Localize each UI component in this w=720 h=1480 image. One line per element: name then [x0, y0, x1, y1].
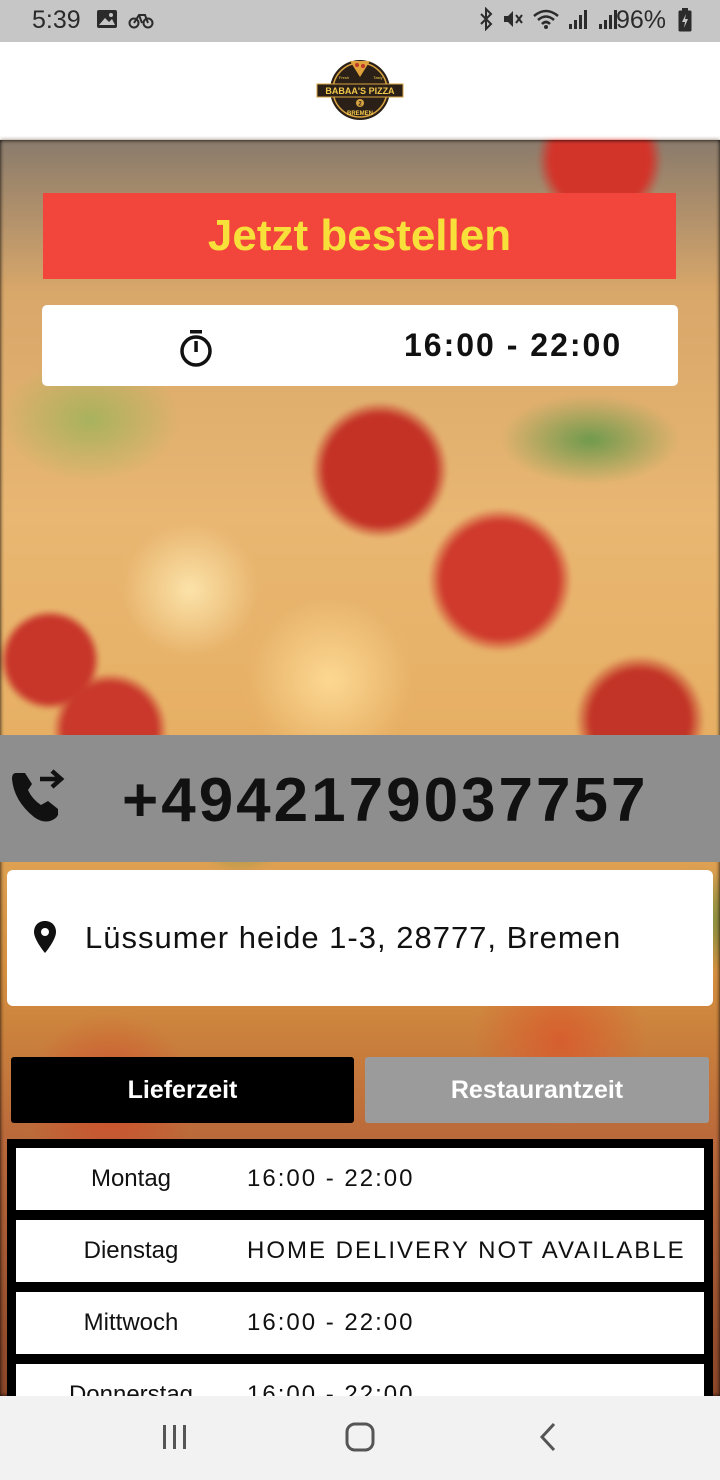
battery-percent: 96% — [615, 6, 666, 34]
svg-text:Fresh: Fresh — [339, 75, 349, 80]
order-now-button[interactable]: Jetzt bestellen — [43, 193, 676, 279]
address-card[interactable]: Lüssumer heide 1-3, 28777, Bremen — [7, 870, 713, 1006]
battery-charging-icon — [678, 8, 692, 37]
svg-text:BREMEN: BREMEN — [347, 111, 373, 117]
hours-value: 16:00 - 22:00 — [247, 1165, 415, 1192]
status-bar: 5:39 96% — [0, 0, 720, 42]
back-icon[interactable] — [532, 1420, 566, 1459]
svg-text:BABAA'S PIZZA: BABAA'S PIZZA — [325, 86, 395, 96]
table-row: Donnerstag 16:00 - 22:00 — [16, 1364, 704, 1396]
status-left-icons — [96, 9, 154, 33]
signal-icon — [568, 8, 590, 35]
opening-time-text: 16:00 - 22:00 — [404, 327, 623, 363]
brand-logo[interactable]: BABAA'S PIZZA 2 BREMEN Fresh Tasty — [316, 55, 404, 125]
day-label: Donnerstag — [68, 1381, 194, 1396]
table-row: Mittwoch 16:00 - 22:00 — [16, 1292, 704, 1354]
wifi-icon — [532, 8, 560, 35]
hours-value: HOME DELIVERY NOT AVAILABLE — [247, 1237, 686, 1264]
table-row: Montag 16:00 - 22:00 — [16, 1148, 704, 1210]
tab-lieferzeit[interactable]: Lieferzeit — [11, 1057, 354, 1123]
mute-icon — [502, 7, 524, 36]
system-nav-bar — [0, 1396, 720, 1480]
phone-forward-icon — [8, 763, 70, 830]
phone-number[interactable]: +4942179037757 — [122, 765, 648, 836]
hours-value: 16:00 - 22:00 — [247, 1309, 415, 1336]
cycle-icon — [128, 9, 154, 34]
address-text: Lüssumer heide 1-3, 28777, Bremen — [85, 920, 622, 955]
image-icon — [96, 9, 118, 34]
hours-value: 16:00 - 22:00 — [247, 1381, 415, 1396]
opening-hours-table: Montag 16:00 - 22:00 Dienstag HOME DELIV… — [7, 1139, 713, 1396]
app-header: BABAA'S PIZZA 2 BREMEN Fresh Tasty — [0, 42, 720, 140]
day-label: Montag — [90, 1165, 172, 1192]
bluetooth-icon — [478, 6, 494, 36]
recent-apps-icon[interactable] — [158, 1420, 192, 1459]
day-label: Mittwoch — [83, 1309, 179, 1336]
phone-bar[interactable]: +4942179037757 — [0, 735, 720, 862]
home-icon[interactable] — [343, 1420, 377, 1459]
opening-time-card: 16:00 - 22:00 — [42, 305, 678, 386]
status-time: 5:39 — [32, 6, 81, 34]
location-pin-icon — [33, 920, 57, 959]
svg-text:Tasty: Tasty — [373, 75, 382, 80]
tab-restaurantzeit[interactable]: Restaurantzeit — [365, 1057, 709, 1123]
table-row: Dienstag HOME DELIVERY NOT AVAILABLE — [16, 1220, 704, 1282]
status-right-icons — [478, 6, 620, 36]
stopwatch-icon — [178, 329, 214, 372]
day-label: Dienstag — [83, 1237, 179, 1264]
